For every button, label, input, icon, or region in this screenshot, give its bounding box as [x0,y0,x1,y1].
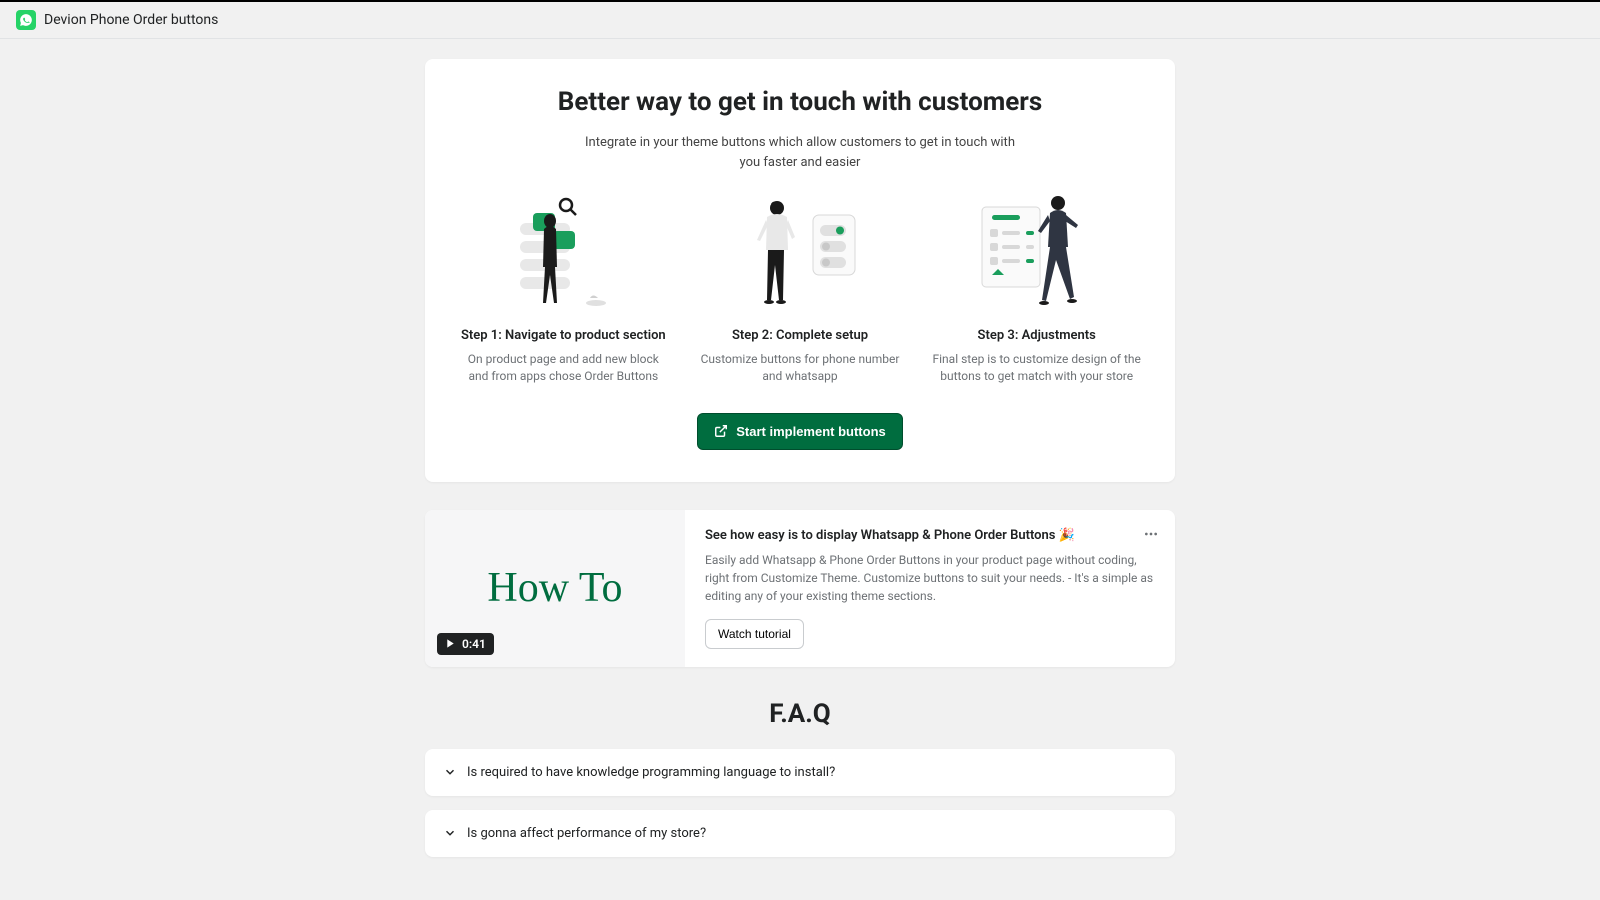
video-thumbnail[interactable]: How To 0:41 [425,510,685,667]
howto-title: See how easy is to display Whatsapp & Ph… [705,528,1155,543]
adjustments-illustration [972,195,1102,310]
play-icon [445,638,456,649]
setup-illustration [735,195,865,310]
step-2-desc: Customize buttons for phone number and w… [694,351,907,385]
step-1-desc: On product page and add new block and fr… [457,351,670,385]
howto-desc: Easily add Whatsapp & Phone Order Button… [705,551,1155,605]
step-3-title: Step 3: Adjustments [930,328,1143,343]
video-duration: 0:41 [462,637,486,651]
step-2-title: Step 2: Complete setup [694,328,907,343]
hero-card: Better way to get in touch with customer… [425,59,1175,482]
top-bar: Devion Phone Order buttons [0,2,1600,39]
main-content: Better way to get in touch with customer… [405,39,1195,891]
step-1-title: Step 1: Navigate to product section [457,328,670,343]
faq-question-1: Is required to have knowledge programmin… [467,765,835,780]
cta-wrap: Start implement buttons [457,413,1143,450]
howto-content: See how easy is to display Whatsapp & Ph… [685,510,1175,667]
step-3-illustration [930,192,1143,312]
faq-item-2[interactable]: Is gonna affect performance of my store? [425,810,1175,857]
app-title: Devion Phone Order buttons [44,12,218,28]
external-link-icon [714,424,728,438]
hero-subtitle: Integrate in your theme buttons which al… [575,133,1025,172]
step-2-illustration [694,192,907,312]
faq-item-1[interactable]: Is required to have knowledge programmin… [425,749,1175,796]
step-3-desc: Final step is to customize design of the… [930,351,1143,385]
step-3: Step 3: Adjustments Final step is to cus… [930,192,1143,385]
faq-question-2: Is gonna affect performance of my store? [467,826,706,841]
hero-title: Better way to get in touch with customer… [457,87,1143,117]
steps-row: Step 1: Navigate to product section On p… [457,192,1143,385]
video-duration-badge: 0:41 [437,633,494,655]
whatsapp-icon [19,13,33,27]
more-menu-button[interactable] [1143,526,1159,546]
howto-thumbnail-text: How To [487,564,622,612]
step-2: Step 2: Complete setup Customize buttons… [694,192,907,385]
chevron-down-icon [443,765,457,779]
start-implement-button[interactable]: Start implement buttons [697,413,903,450]
cta-label: Start implement buttons [736,424,886,439]
chevron-down-icon [443,826,457,840]
step-1-illustration [457,192,670,312]
watch-tutorial-button[interactable]: Watch tutorial [705,619,804,649]
app-icon [16,10,36,30]
dots-horizontal-icon [1143,526,1159,542]
navigate-illustration [498,195,628,310]
step-1: Step 1: Navigate to product section On p… [457,192,670,385]
faq-title: F.A.Q [425,699,1175,729]
howto-card: How To 0:41 See how easy is to display W… [425,510,1175,667]
